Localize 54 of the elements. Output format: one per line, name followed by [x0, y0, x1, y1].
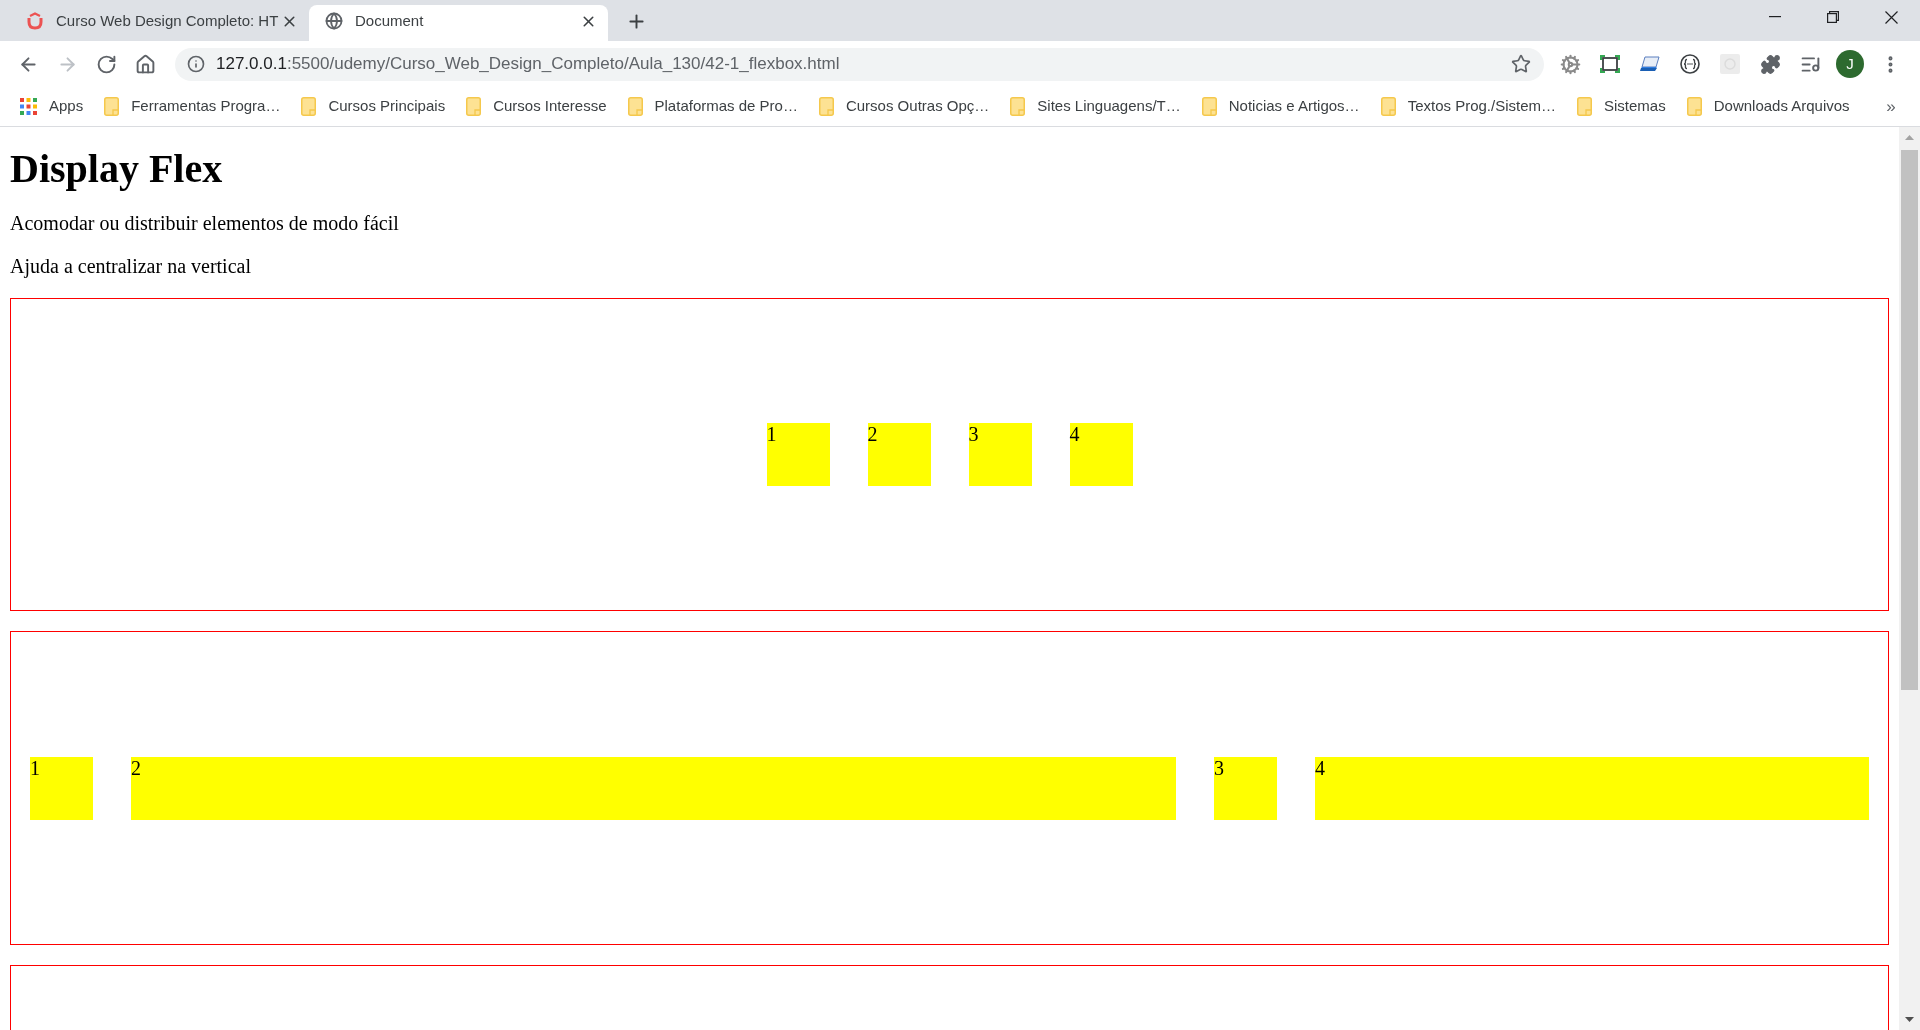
bookmark[interactable]: Sistemas	[1568, 91, 1675, 122]
address-bar[interactable]: 127.0.0.1:5500/udemy/Curso_Web_Design_Completo/Aula_130/42-1_flexbox.html	[175, 47, 1544, 81]
scrollbar-thumb[interactable]	[1901, 150, 1918, 690]
bookmark[interactable]: Apps	[11, 91, 93, 122]
bookmark[interactable]: Noticias e Artigos…	[1192, 91, 1369, 122]
scroll-down-icon[interactable]	[1905, 1017, 1914, 1022]
home-icon[interactable]	[134, 53, 156, 75]
flex-item: 1	[766, 423, 830, 486]
bookmark[interactable]: Plataformas de Pro…	[618, 91, 807, 122]
flex-item: 3	[1214, 756, 1277, 820]
gear-icon[interactable]	[1559, 53, 1581, 75]
folder-icon	[1577, 97, 1592, 116]
flex-item: 1	[30, 756, 93, 820]
folder-icon	[627, 97, 643, 116]
apps-grid-icon	[20, 98, 37, 115]
folder-icon	[818, 97, 834, 116]
flex-item: 2	[131, 756, 1176, 820]
logo-icon	[26, 12, 44, 30]
bookmark[interactable]: Cursos Interesse	[457, 91, 616, 122]
info-icon[interactable]	[187, 55, 205, 73]
bookmark[interactable]: Cursos Outras Opç…	[809, 91, 999, 122]
flex-item: 3	[968, 423, 1032, 486]
folder-icon	[466, 97, 482, 116]
bookmark[interactable]: Ferramentas Progra…	[95, 91, 290, 122]
profile-avatar[interactable]: J	[1836, 50, 1864, 78]
restore-icon[interactable]	[1827, 11, 1839, 23]
folder-icon	[301, 97, 317, 116]
globe-icon	[325, 12, 343, 30]
folder-icon	[1010, 97, 1026, 116]
bookmark[interactable]: Cursos Principais	[292, 91, 455, 122]
browser-tab[interactable]: Document	[309, 5, 608, 41]
flex-item: 4	[1315, 756, 1869, 820]
bookmark[interactable]: Textos Prog./Sistem…	[1371, 91, 1565, 122]
braces-circle-icon[interactable]	[1680, 54, 1700, 74]
page-heading: Display Flex	[10, 146, 224, 192]
flex-item: 4	[1069, 423, 1133, 486]
paragraph: Acomodar ou distribuir elementos de modo fácil	[10, 212, 400, 235]
minimize-icon[interactable]	[1769, 16, 1781, 18]
browser-tab[interactable]: Curso Web Design Completo: HT	[10, 5, 309, 41]
bookmark[interactable]: Downloads Arquivos	[1677, 91, 1859, 122]
folder-icon	[104, 97, 120, 116]
reload-icon[interactable]	[95, 53, 117, 75]
device-icon[interactable]	[1640, 56, 1660, 72]
paragraph: Ajuda a centralizar na vertical	[10, 255, 252, 278]
folder-icon	[1380, 97, 1396, 116]
folder-icon	[1201, 97, 1217, 116]
puzzle-icon[interactable]	[1759, 53, 1781, 75]
flex-item: 2	[867, 423, 931, 486]
folder-icon	[1686, 97, 1702, 116]
bookmark[interactable]: Sites Linguagens/T…	[1001, 91, 1190, 122]
close-icon[interactable]	[1884, 10, 1898, 24]
frame-icon[interactable]	[1600, 55, 1620, 73]
bookmarks-overflow[interactable]: »	[1874, 91, 1908, 122]
star-icon[interactable]	[1511, 54, 1531, 74]
